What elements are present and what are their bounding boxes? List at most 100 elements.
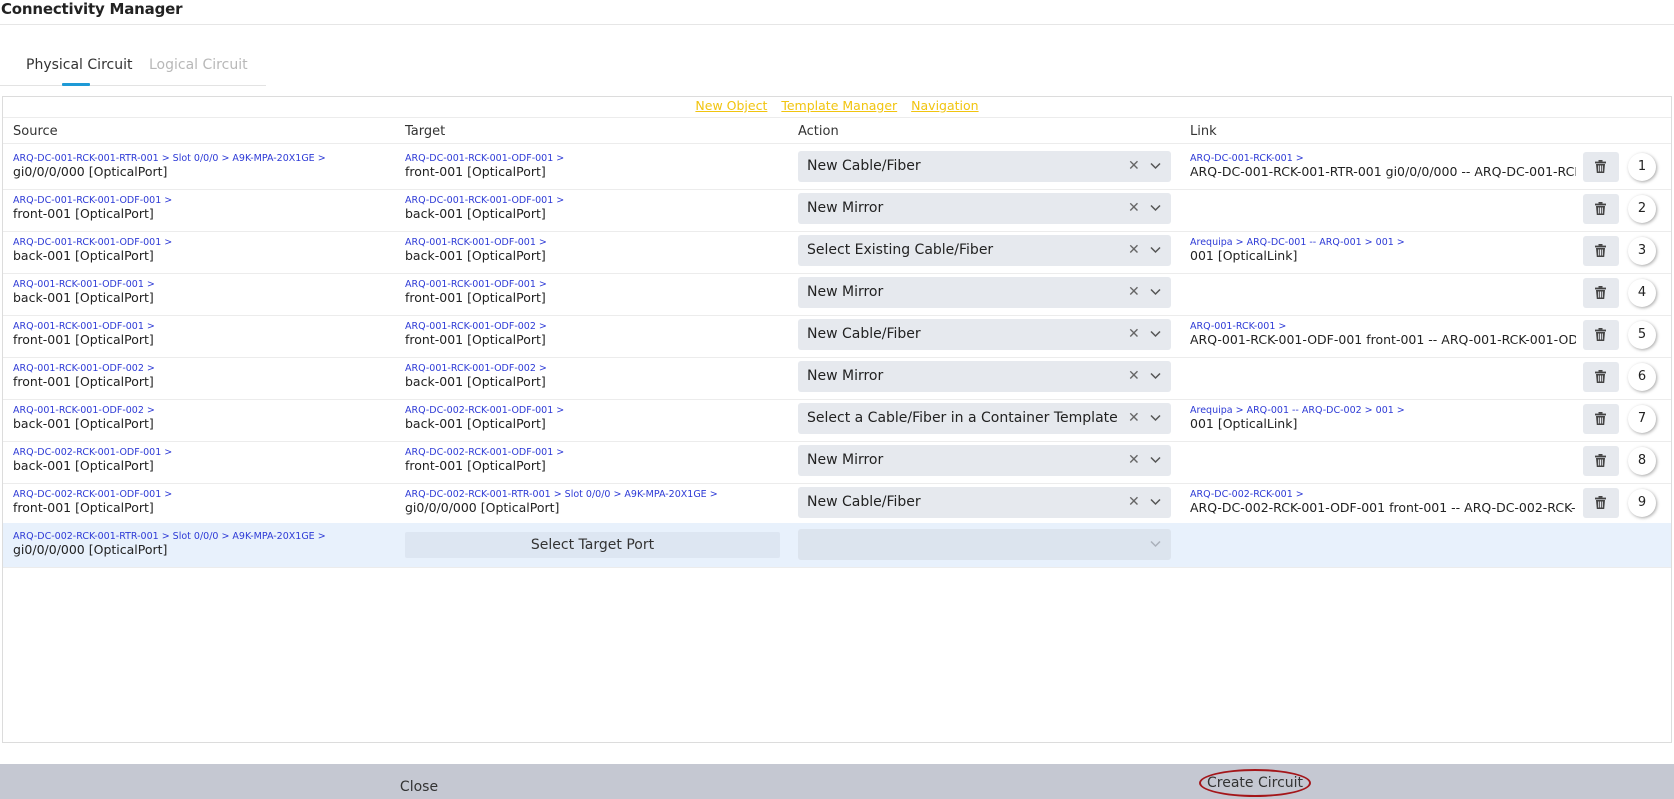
link-name: 001 [OpticalLink] [1190, 416, 1298, 431]
template-manager-link[interactable]: Template Manager [781, 98, 897, 113]
source-cell: ARQ-DC-002-RCK-001-RTR-001 > Slot 0/0/0 … [13, 531, 326, 557]
chevron-down-icon[interactable] [1150, 246, 1161, 254]
active-tab-indicator [62, 83, 90, 86]
trash-icon [1595, 160, 1606, 173]
table-row: ARQ-DC-001-RCK-001-ODF-001 > back-001 [O… [3, 229, 1671, 274]
trash-icon [1595, 202, 1606, 215]
action-select-value: Select Existing Cable/Fiber [807, 242, 994, 258]
action-select[interactable]: New Cable/Fiber ✕ [798, 319, 1171, 350]
action-select[interactable]: New Mirror ✕ [798, 445, 1171, 476]
link-name: ARQ-001-RCK-001-ODF-001 front-001 -- ARQ… [1190, 332, 1576, 347]
action-select-empty[interactable] [798, 529, 1171, 560]
delete-row-button[interactable] [1583, 404, 1619, 434]
action-select-value: New Mirror [807, 368, 884, 384]
table-row: ARQ-001-RCK-001-ODF-002 > back-001 [Opti… [3, 397, 1671, 442]
source-cell: ARQ-DC-002-RCK-001-ODF-001 > front-001 [… [13, 489, 172, 515]
table-row: ARQ-001-RCK-001-ODF-002 > front-001 [Opt… [3, 355, 1671, 400]
clear-icon[interactable]: ✕ [1128, 494, 1140, 510]
clear-icon[interactable]: ✕ [1128, 410, 1140, 426]
target-port: gi0/0/0/000 [OpticalPort] [405, 500, 560, 515]
select-target-port-button[interactable]: Select Target Port [405, 532, 780, 558]
delete-row-button[interactable] [1583, 446, 1619, 476]
chevron-down-icon[interactable] [1150, 414, 1161, 422]
target-cell: ARQ-001-RCK-001-ODF-002 > back-001 [Opti… [405, 363, 547, 389]
chevron-down-icon[interactable] [1150, 204, 1161, 212]
chevron-down-icon[interactable] [1150, 498, 1161, 506]
clear-icon[interactable]: ✕ [1128, 200, 1140, 216]
trash-icon [1595, 496, 1606, 509]
link-name: ARQ-DC-001-RCK-001-RTR-001 gi0/0/0/000 -… [1190, 164, 1576, 179]
delete-row-button[interactable] [1583, 194, 1619, 224]
create-circuit-button[interactable]: Create Circuit [1199, 769, 1311, 797]
action-select[interactable]: Select Existing Cable/Fiber ✕ [798, 235, 1171, 266]
source-port: gi0/0/0/000 [OpticalPort] [13, 542, 168, 557]
clear-icon[interactable]: ✕ [1128, 368, 1140, 384]
navigation-link[interactable]: Navigation [911, 98, 978, 113]
tab-logical-circuit[interactable]: Logical Circuit [149, 57, 248, 73]
action-select[interactable]: New Cable/Fiber ✕ [798, 487, 1171, 518]
source-port: back-001 [OpticalPort] [13, 290, 154, 305]
clear-icon[interactable]: ✕ [1128, 242, 1140, 258]
target-port: back-001 [OpticalPort] [405, 248, 546, 263]
chevron-down-icon[interactable] [1150, 330, 1161, 338]
action-select-value: New Cable/Fiber [807, 326, 921, 342]
source-port: back-001 [OpticalPort] [13, 416, 154, 431]
source-cell: ARQ-001-RCK-001-ODF-002 > back-001 [Opti… [13, 405, 155, 431]
link-name: 001 [OpticalLink] [1190, 248, 1298, 263]
clear-icon[interactable]: ✕ [1128, 452, 1140, 468]
chevron-down-icon[interactable] [1150, 288, 1161, 296]
chevron-down-icon[interactable] [1150, 372, 1161, 380]
trash-icon [1595, 328, 1606, 341]
target-port: back-001 [OpticalPort] [405, 374, 546, 389]
action-select[interactable]: New Mirror ✕ [798, 361, 1171, 392]
target-cell: ARQ-DC-001-RCK-001-ODF-001 > front-001 [… [405, 153, 564, 179]
delete-row-button[interactable] [1583, 152, 1619, 182]
source-cell: ARQ-001-RCK-001-ODF-001 > back-001 [Opti… [13, 279, 155, 305]
new-object-link[interactable]: New Object [695, 98, 767, 113]
trash-icon [1595, 412, 1606, 425]
row-number-badge: 3 [1628, 237, 1656, 265]
delete-row-button[interactable] [1583, 278, 1619, 308]
source-port: front-001 [OpticalPort] [13, 206, 154, 221]
target-cell: ARQ-001-RCK-001-ODF-001 > front-001 [Opt… [405, 279, 547, 305]
tab-physical-circuit[interactable]: Physical Circuit [26, 57, 132, 73]
trash-icon [1595, 244, 1606, 257]
source-port: back-001 [OpticalPort] [13, 458, 154, 473]
trash-icon [1595, 370, 1606, 383]
action-select[interactable]: Select a Cable/Fiber in a Container Temp… [798, 403, 1171, 434]
source-cell: ARQ-DC-001-RCK-001-RTR-001 > Slot 0/0/0 … [13, 153, 326, 179]
delete-row-button[interactable] [1583, 488, 1619, 518]
source-cell: ARQ-001-RCK-001-ODF-002 > front-001 [Opt… [13, 363, 155, 389]
target-cell: ARQ-DC-002-RCK-001-ODF-001 > front-001 [… [405, 447, 564, 473]
target-port: front-001 [OpticalPort] [405, 332, 546, 347]
row-number-badge: 7 [1628, 405, 1656, 433]
source-cell: ARQ-DC-001-RCK-001-ODF-001 > front-001 [… [13, 195, 172, 221]
target-port: front-001 [OpticalPort] [405, 164, 546, 179]
source-port: back-001 [OpticalPort] [13, 248, 154, 263]
action-select[interactable]: New Mirror ✕ [798, 277, 1171, 308]
table-row: ARQ-DC-002-RCK-001-ODF-001 > back-001 [O… [3, 439, 1671, 484]
clear-icon[interactable]: ✕ [1128, 284, 1140, 300]
action-select-value: New Mirror [807, 284, 884, 300]
chevron-down-icon[interactable] [1150, 162, 1161, 170]
toolbar: New Object Template Manager Navigation [3, 97, 1671, 117]
column-header-target: Target [405, 124, 446, 139]
target-port: front-001 [OpticalPort] [405, 290, 546, 305]
row-number-badge: 2 [1628, 195, 1656, 223]
target-cell: ARQ-DC-002-RCK-001-ODF-001 > back-001 [O… [405, 405, 564, 431]
chevron-down-icon[interactable] [1150, 456, 1161, 464]
delete-row-button[interactable] [1583, 320, 1619, 350]
close-button[interactable]: Close [0, 764, 838, 799]
table-header: Source Target Action Link [3, 117, 1671, 144]
row-number-badge: 9 [1628, 489, 1656, 517]
action-select[interactable]: New Cable/Fiber ✕ [798, 151, 1171, 182]
circuit-panel: New Object Template Manager Navigation S… [2, 96, 1672, 743]
clear-icon[interactable]: ✕ [1128, 158, 1140, 174]
window-title: Connectivity Manager [1, 0, 183, 18]
delete-row-button[interactable] [1583, 362, 1619, 392]
source-port: front-001 [OpticalPort] [13, 500, 154, 515]
action-select[interactable]: New Mirror ✕ [798, 193, 1171, 224]
delete-row-button[interactable] [1583, 236, 1619, 266]
source-cell: ARQ-DC-001-RCK-001-ODF-001 > back-001 [O… [13, 237, 172, 263]
clear-icon[interactable]: ✕ [1128, 326, 1140, 342]
